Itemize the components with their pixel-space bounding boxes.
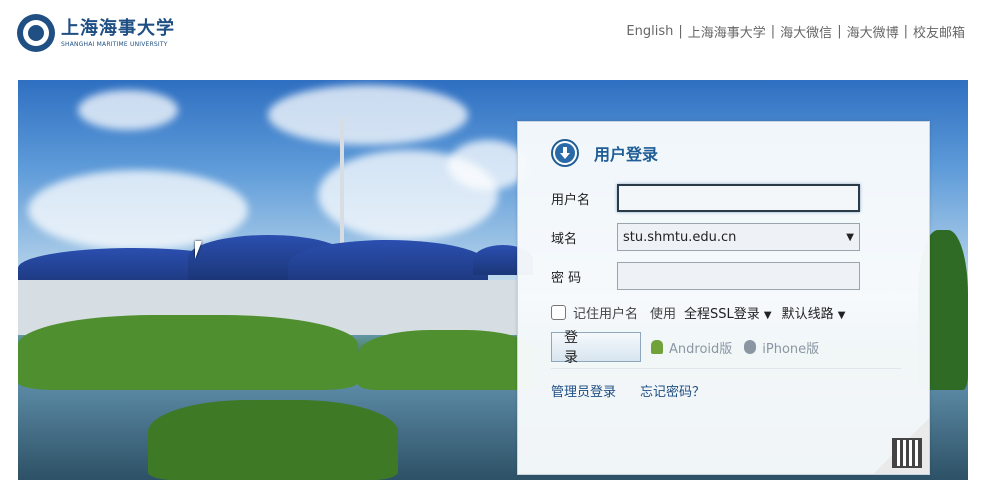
- login-panel-header: 用户登录: [551, 139, 658, 167]
- route-select-value: 默认线路: [781, 307, 834, 322]
- university-logo[interactable]: 上海海事大学 SHANGHAI MARITIME UNIVERSITY: [17, 14, 175, 52]
- separator: |: [903, 24, 908, 39]
- login-panel: 用户登录 用户名 域名 stu.shmtu.edu.cn ▼ 密 码 记住用户名…: [517, 121, 930, 475]
- remember-username-checkbox[interactable]: [551, 305, 566, 320]
- link-weibo[interactable]: 海大微博: [847, 22, 899, 41]
- login-button[interactable]: 登 录: [551, 330, 641, 366]
- ssl-select[interactable]: 全程SSL登录 ▼: [684, 303, 772, 322]
- separator: |: [837, 24, 842, 39]
- apple-icon: [744, 340, 757, 354]
- download-arrow-icon: [551, 139, 579, 167]
- remember-username-label: 记住用户名: [573, 307, 639, 322]
- logo-chinese-name: 上海海事大学: [61, 17, 175, 39]
- iphone-app-link[interactable]: iPhone版: [744, 338, 819, 357]
- chevron-down-icon: ▼: [846, 231, 854, 243]
- footer-links-row: 管理员登录 忘记密码？: [551, 381, 705, 400]
- iphone-link-label: iPhone版: [762, 341, 820, 357]
- password-row: 密 码: [551, 262, 860, 290]
- username-input[interactable]: [617, 184, 860, 212]
- options-row: 记住用户名 使用 全程SSL登录 ▼ 默认线路 ▼: [551, 303, 845, 322]
- university-seal-icon: [17, 14, 55, 52]
- android-icon: [651, 340, 663, 354]
- header: 上海海事大学 SHANGHAI MARITIME UNIVERSITY Engl…: [0, 0, 981, 80]
- separator: |: [678, 24, 683, 39]
- login-title: 用户登录: [594, 145, 659, 164]
- ssl-select-value: 全程SSL登录: [684, 307, 760, 322]
- password-input[interactable]: [617, 262, 860, 290]
- password-label: 密 码: [551, 270, 582, 286]
- qr-code-corner[interactable]: [873, 418, 929, 474]
- username-row: 用户名: [551, 184, 860, 212]
- route-select[interactable]: 默认线路 ▼: [782, 303, 846, 322]
- tower-mast: [340, 118, 344, 246]
- chevron-down-icon: ▼: [837, 310, 846, 321]
- use-label: 使用: [650, 307, 677, 322]
- admin-login-link[interactable]: 管理员登录: [551, 381, 616, 400]
- link-alumni-mail[interactable]: 校友邮箱: [913, 22, 965, 41]
- domain-select[interactable]: stu.shmtu.edu.cn ▼: [617, 223, 860, 251]
- link-wechat[interactable]: 海大微信: [780, 22, 832, 41]
- domain-label: 域名: [551, 231, 578, 247]
- qr-code-icon: [892, 438, 922, 468]
- domain-value: stu.shmtu.edu.cn: [623, 229, 737, 245]
- logo-text: 上海海事大学 SHANGHAI MARITIME UNIVERSITY: [61, 17, 175, 48]
- logo-english-name: SHANGHAI MARITIME UNIVERSITY: [61, 40, 168, 48]
- link-english[interactable]: English: [626, 24, 673, 39]
- forgot-password-link[interactable]: 忘记密码？: [640, 381, 705, 400]
- android-app-link[interactable]: Android版: [651, 338, 732, 357]
- separator: |: [770, 24, 776, 39]
- top-links: English | 上海海事大学 | 海大微信 | 海大微博 | 校友邮箱: [626, 22, 965, 41]
- username-label: 用户名: [551, 192, 591, 208]
- chevron-down-icon: ▼: [763, 310, 772, 321]
- link-university[interactable]: 上海海事大学: [688, 22, 766, 41]
- domain-row: 域名 stu.shmtu.edu.cn ▼: [551, 223, 860, 251]
- divider: [551, 368, 901, 369]
- action-row: 登 录 Android版 iPhone版: [551, 330, 819, 366]
- android-link-label: Android版: [669, 341, 733, 357]
- mouse-cursor-icon: [195, 241, 202, 259]
